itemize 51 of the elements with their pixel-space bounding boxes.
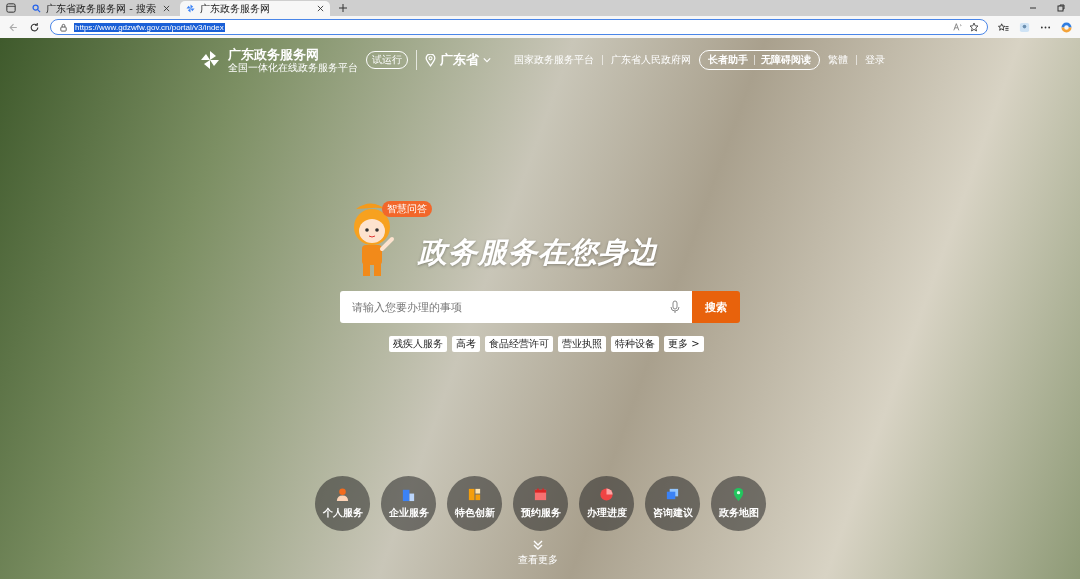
service-button[interactable]: 预约服务 [513,476,568,531]
pie-chart-icon [599,487,614,502]
assistant-icon[interactable] [1061,21,1072,33]
lock-icon [59,22,68,32]
service-button[interactable]: 个人服务 [315,476,370,531]
tab-list-icon[interactable] [6,3,16,13]
hot-search-tag[interactable]: 营业执照 [558,336,606,352]
site-title: 广东政务服务网 [228,47,320,62]
location-pin-icon [425,53,436,67]
read-aloud-icon[interactable] [953,22,963,32]
search-button[interactable]: 搜索 [692,291,740,323]
close-icon[interactable] [317,5,324,12]
pinwheel-icon [186,4,195,13]
refresh-icon[interactable] [29,21,40,33]
chat-icon [665,487,680,502]
search-icon [32,4,41,13]
profile-icon[interactable] [1019,21,1030,33]
double-chevron-down-icon [532,539,544,551]
more-link[interactable]: 更多 > [664,336,704,352]
site-subtitle: 全国一体化在线政务服务平台 [228,62,358,73]
restore-icon[interactable] [1056,3,1066,13]
blocks-icon [467,487,482,502]
favorites-icon[interactable] [998,21,1009,33]
tab-title: 广东政务服务网 [200,2,271,15]
browser-tab[interactable]: 广东省政务服务网 - 搜索 [26,1,176,16]
service-button[interactable]: 企业服务 [381,476,436,531]
smart-qa-badge[interactable]: 智慧问答 [382,201,432,217]
service-button[interactable]: 特色创新 [447,476,502,531]
address-bar[interactable]: https://www.gdzwfw.gov.cn/portal/v3/index [50,19,988,35]
pinwheel-logo-icon [200,50,220,70]
close-icon[interactable] [163,5,170,12]
calendar-icon [533,487,548,502]
person-icon [335,487,350,502]
star-icon[interactable] [969,22,979,32]
new-tab-icon[interactable] [338,3,348,13]
map-pin-icon [731,487,746,502]
service-button[interactable]: 咨询建议 [645,476,700,531]
hot-search-tag[interactable]: 残疾人服务 [389,336,447,352]
browser-tab[interactable]: 广东政务服务网 [180,1,330,16]
building-icon [401,487,416,502]
tab-title: 广东省政务服务网 - 搜索 [46,2,157,15]
headline: 政务服务在您身边 [418,234,658,271]
chevron-down-icon [483,57,491,63]
hot-search-tag[interactable]: 食品经营许可 [485,336,553,352]
hot-search-tag[interactable]: 高考 [452,336,480,352]
microphone-icon[interactable] [670,300,680,314]
search-field[interactable]: 请输入您要办理的事项 [340,291,692,323]
url-text: https://www.gdzwfw.gov.cn/portal/v3/index [74,22,225,32]
service-button[interactable]: 政务地图 [711,476,766,531]
hot-search-tag[interactable]: 特种设备 [611,336,659,352]
service-button[interactable]: 办理进度 [579,476,634,531]
